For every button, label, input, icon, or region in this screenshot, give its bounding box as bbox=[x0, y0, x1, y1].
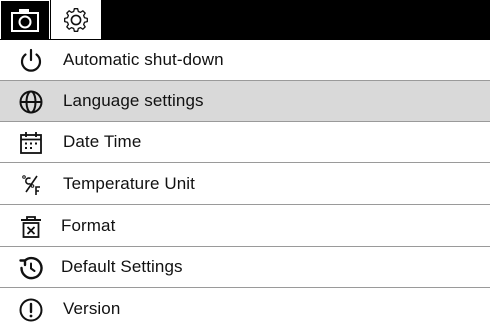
menu-item-label: Automatic shut-down bbox=[63, 50, 224, 69]
menu-item-automatic-shut-down[interactable]: Automatic shut-down bbox=[0, 40, 490, 81]
camera-icon bbox=[10, 7, 40, 33]
tab-bar bbox=[0, 0, 490, 40]
trash-icon bbox=[18, 214, 44, 240]
menu-item-label: Temperature Unit bbox=[63, 174, 195, 193]
globe-icon bbox=[18, 89, 44, 115]
settings-menu: Automatic shut-down Language settings Da… bbox=[0, 40, 490, 331]
menu-item-label: Default Settings bbox=[61, 257, 183, 276]
settings-screen: Automatic shut-down Language settings Da… bbox=[0, 0, 490, 331]
tab-camera[interactable] bbox=[0, 0, 50, 39]
calendar-icon bbox=[18, 130, 44, 156]
menu-item-label: Version bbox=[63, 299, 121, 318]
menu-item-language-settings[interactable]: Language settings bbox=[0, 81, 490, 122]
gear-icon bbox=[62, 6, 90, 34]
info-exclamation-icon bbox=[18, 297, 44, 323]
menu-item-format[interactable]: Format bbox=[0, 206, 490, 247]
menu-item-temperature-unit[interactable]: Temperature Unit bbox=[0, 164, 490, 205]
menu-item-label: Language settings bbox=[63, 91, 204, 110]
menu-item-version[interactable]: Version bbox=[0, 289, 490, 330]
menu-item-label: Format bbox=[61, 216, 116, 235]
menu-item-date-time[interactable]: Date Time bbox=[0, 122, 490, 163]
tab-settings[interactable] bbox=[51, 0, 101, 39]
temperature-unit-icon bbox=[18, 172, 44, 198]
power-icon bbox=[18, 48, 44, 74]
menu-item-default-settings[interactable]: Default Settings bbox=[0, 247, 490, 288]
menu-item-label: Date Time bbox=[63, 132, 142, 151]
reset-icon bbox=[18, 255, 44, 281]
